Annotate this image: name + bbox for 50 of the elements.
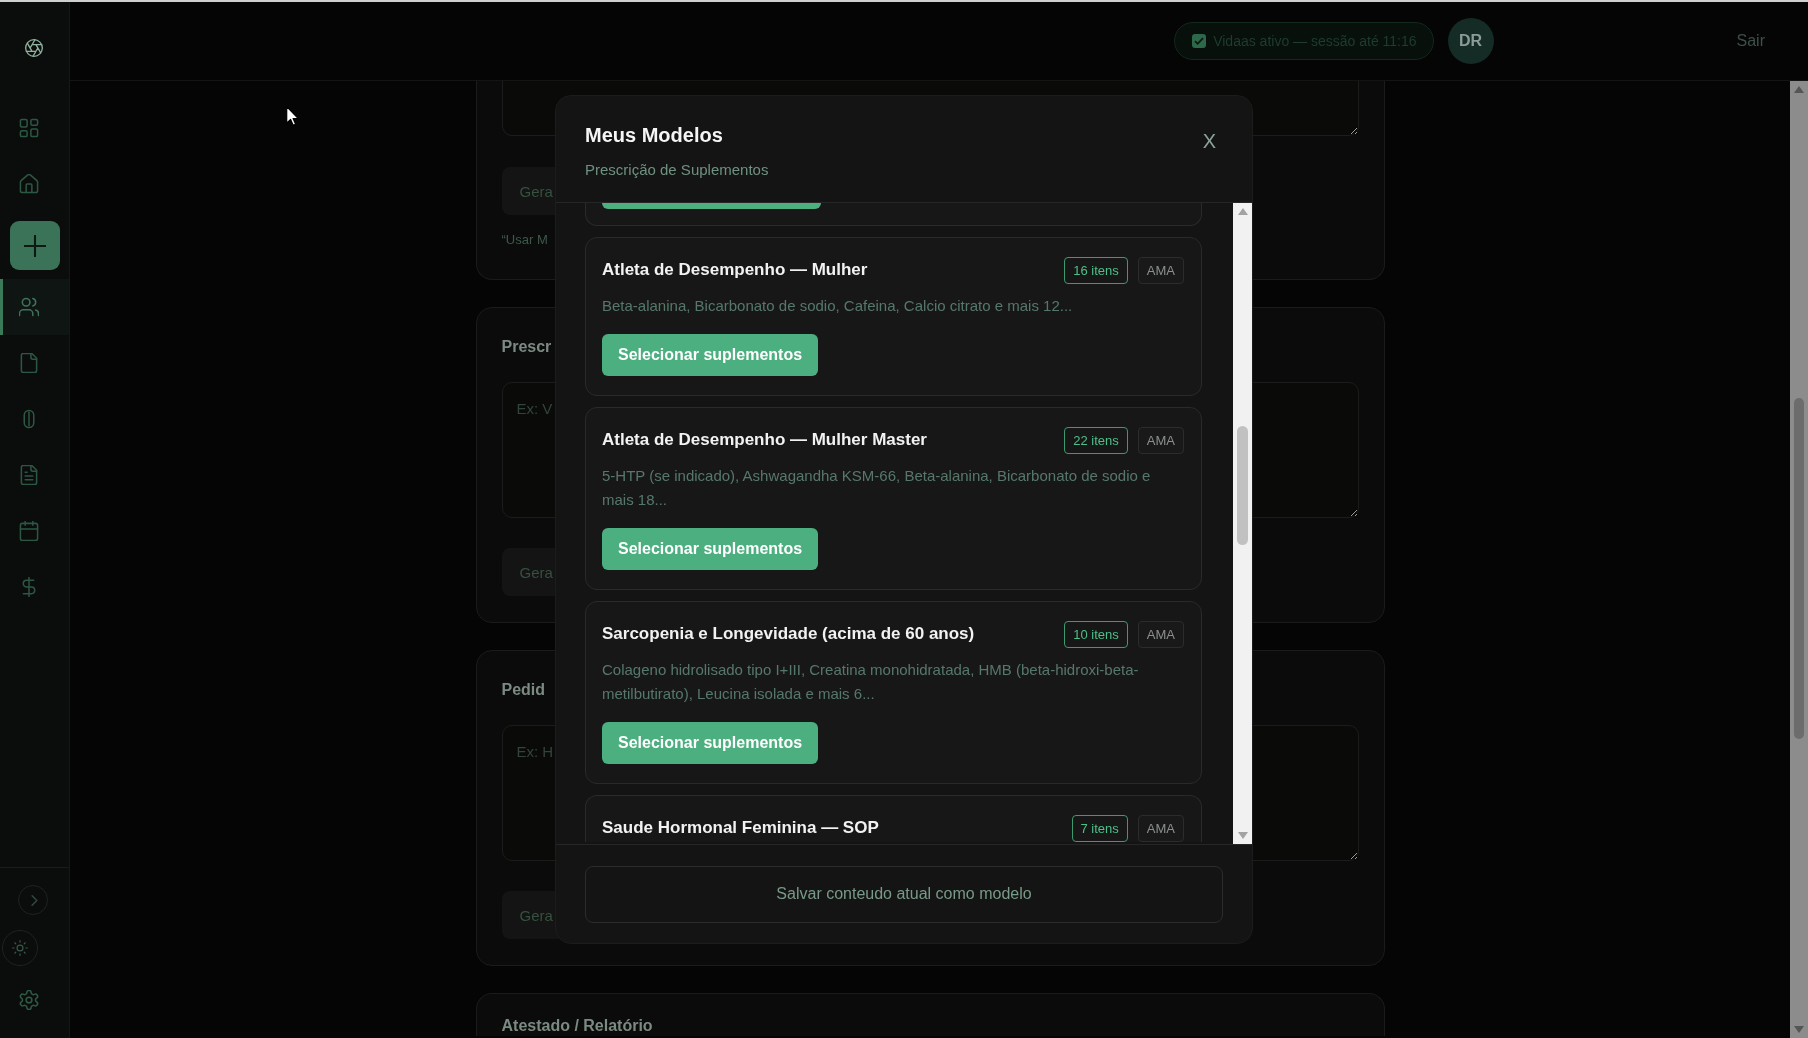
sun-icon <box>12 940 28 956</box>
nav-button[interactable] <box>0 279 69 335</box>
add-button[interactable] <box>9 221 60 270</box>
section-title: Prescr <box>501 337 552 357</box>
select-button[interactable] <box>602 202 821 209</box>
tag-badge: AMA <box>1137 620 1184 648</box>
note-text: “Usar M <box>501 231 548 249</box>
logo-icon <box>25 39 43 57</box>
cursor-icon <box>286 106 299 126</box>
template-name: Sarcopenia e Longevidade (acima de 60 anos) <box>602 624 976 644</box>
chevron-right-icon <box>30 894 38 906</box>
template-description: Beta-alanina, Bicarbonato de sodio, Cafeina, Calcio citrato e mais 12... <box>602 295 1073 316</box>
item-count-badge: 10 itens <box>1064 620 1128 648</box>
home-icon <box>19 174 39 194</box>
settings-icon <box>19 990 39 1010</box>
file-text-icon <box>19 465 39 485</box>
modal-title: Meus Modelos <box>585 122 724 147</box>
template-name: Saude Hormonal Feminina — SOP <box>602 818 880 838</box>
scroll-thumb[interactable] <box>1794 398 1804 739</box>
template-description: 5-HTP (se indicado), Ashwagandha KSM-66, Beta-alanina, Bicarbonato de sodio e mais 18... <box>602 465 1152 510</box>
select-button[interactable]: Selecionar suplementos <box>602 721 819 764</box>
scroll-thumb[interactable] <box>1237 425 1248 545</box>
scroll-down-icon[interactable] <box>1237 831 1248 839</box>
section-title: Pedid <box>501 680 546 700</box>
item-count-badge: 7 itens <box>1071 814 1128 842</box>
avatar[interactable]: DR <box>1447 18 1494 64</box>
item-count-badge: 16 itens <box>1064 256 1128 284</box>
plus-icon <box>23 234 46 257</box>
scroll-up-icon[interactable] <box>1237 207 1248 215</box>
select-button[interactable]: Selecionar suplementos <box>602 333 819 376</box>
item-count-badge: 22 itens <box>1064 426 1128 454</box>
users-icon <box>19 297 39 317</box>
modal-subtitle: Prescrição de Suplementos <box>585 159 769 180</box>
tag-badge: AMA <box>1137 814 1184 842</box>
settings-button[interactable] <box>19 990 39 1010</box>
logout-button[interactable]: Sair <box>1736 32 1765 50</box>
template-name: Atleta de Desempenho — Mulher Master <box>602 430 928 450</box>
template-description: Colageno hidrolisado tipo I+III, Creatina monohidratada, HMB (beta-hidroxi-beta-metilbutirato), Leucina isolada e mais 6... <box>602 659 1140 704</box>
tag-badge: AMA <box>1137 426 1184 454</box>
save-template-button[interactable]: Salvar conteudo atual como modelo <box>585 865 1223 923</box>
scroll-up-icon[interactable] <box>1794 86 1804 93</box>
grid-icon <box>19 118 39 138</box>
select-button[interactable]: Selecionar suplementos <box>602 527 819 570</box>
tag-badge: AMA <box>1137 256 1184 284</box>
scroll-down-icon[interactable] <box>1794 1026 1804 1033</box>
file-icon <box>19 353 39 373</box>
close-button[interactable]: X <box>1198 126 1220 155</box>
calendar-icon <box>19 521 39 541</box>
section-title: Atestado / Relatório <box>501 1016 653 1036</box>
template-name: Atleta de Desempenho — Mulher <box>602 260 869 280</box>
